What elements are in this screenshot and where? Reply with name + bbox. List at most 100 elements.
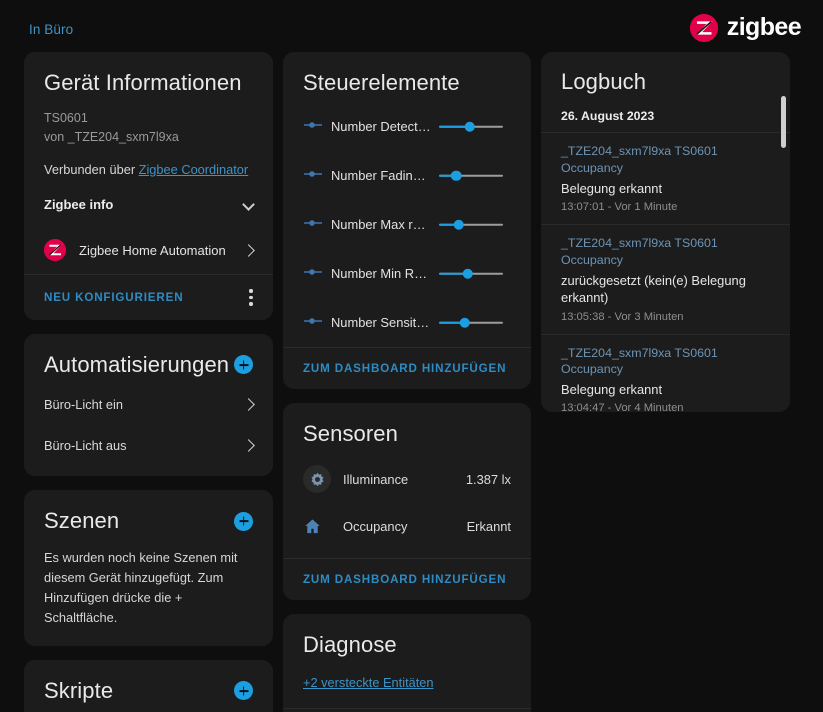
diagnostics-title: Diagnose <box>303 632 511 658</box>
logbook-date-header: 26. August 2023 <box>541 97 790 132</box>
device-detail-page: In Büro zigbee Gerät Informationen TS060… <box>0 0 823 712</box>
sensor-row-illuminance[interactable]: Illuminance 1.387 lx <box>283 456 531 503</box>
reconfigure-button[interactable]: Neu konfigurieren <box>44 291 183 304</box>
zigbee-info-expander[interactable]: Zigbee info <box>44 197 253 212</box>
sensor-name: Illuminance <box>343 472 466 487</box>
integration-label: Zigbee Home Automation <box>79 243 231 258</box>
tune-slider-icon <box>303 216 331 234</box>
logbook-time: 13:07:01 - Vor 1 Minute <box>561 201 770 213</box>
scenes-card: Szenen Es wurden noch keine Szenen mit d… <box>24 490 273 646</box>
device-manufacturer: von _TZE204_sxm7l9xa <box>44 128 253 146</box>
scenes-empty-text: Es wurden noch keine Szenen mit diesem G… <box>44 548 253 627</box>
control-label: Number Fading ti... <box>331 168 439 183</box>
add-to-dashboard-button[interactable]: Zum Dashboard hinzufügen <box>303 573 506 586</box>
sensor-value: 1.387 lx <box>466 472 511 487</box>
logbook-time: 13:04:47 - Vor 4 Minuten <box>561 402 770 412</box>
logbook-state: Belegung erkannt <box>561 381 770 398</box>
add-automation-button[interactable] <box>234 355 253 374</box>
control-slider[interactable] <box>439 316 503 330</box>
device-model: TS0601 <box>44 109 253 127</box>
left-column: Gerät Informationen TS0601 von _TZE204_s… <box>24 52 273 712</box>
control-slider[interactable] <box>439 120 503 134</box>
connected-via-row: Verbunden über Zigbee Coordinator <box>44 160 253 180</box>
connected-via-link[interactable]: Zigbee Coordinator <box>139 162 249 177</box>
logbook-entity: _TZE204_sxm7l9xa TS0601 Occupancy <box>561 235 770 268</box>
scripts-card: Skripte Es wurden noch keine Skripte mit… <box>24 660 273 712</box>
controls-list: Number Detection... Number Fadin <box>283 102 531 347</box>
integration-row[interactable]: Zigbee Home Automation <box>24 226 273 274</box>
tune-slider-icon <box>303 314 331 332</box>
tune-slider-icon <box>303 118 331 136</box>
chevron-right-icon <box>242 398 255 411</box>
list-item[interactable]: _TZE204_sxm7l9xa TS0601 Occupancy zurück… <box>541 224 790 333</box>
more-options-icon[interactable] <box>249 289 253 305</box>
control-label: Number Max range <box>331 217 439 232</box>
top-bar: In Büro zigbee <box>0 0 823 52</box>
list-item[interactable]: _TZE204_sxm7l9xa TS0601 Occupancy Belegu… <box>541 334 790 412</box>
logbook-scrollbar[interactable] <box>781 96 786 376</box>
controls-card: Steuerelemente Number Detection... <box>283 52 531 389</box>
brightness-icon <box>303 465 343 493</box>
hidden-entities-link[interactable]: +2 versteckte Entitäten <box>303 675 434 690</box>
tune-slider-icon <box>303 167 331 185</box>
sensor-name: Occupancy <box>343 519 467 534</box>
connected-via-prefix: Verbunden über <box>44 162 139 177</box>
add-to-dashboard-button[interactable]: Zum Dashboard hinzufügen <box>303 362 506 375</box>
tune-slider-icon <box>303 265 331 283</box>
chevron-right-icon <box>242 244 255 257</box>
controls-action-bar: Zum Dashboard hinzufügen <box>283 348 531 389</box>
control-label: Number Min Range <box>331 266 439 281</box>
automations-list: Büro-Licht ein Büro-Licht aus <box>24 384 273 466</box>
add-script-button[interactable] <box>234 681 253 700</box>
zigbee-badge-icon <box>44 239 66 261</box>
control-row-min-range: Number Min Range <box>283 249 531 298</box>
logbook-state: zurückgesetzt (kein(e) Belegung erkannt) <box>561 272 770 307</box>
list-item[interactable]: _TZE204_sxm7l9xa TS0601 Occupancy Belegu… <box>541 132 790 224</box>
automation-label: Büro-Licht ein <box>44 397 123 412</box>
logbook-state: Belegung erkannt <box>561 180 770 197</box>
sensors-card: Sensoren Illuminance 1.387 lx <box>283 403 531 599</box>
sensors-action-bar: Zum Dashboard hinzufügen <box>283 559 531 600</box>
automations-card: Automatisierungen Büro-Licht ein Büro-Li… <box>24 334 273 476</box>
control-row-sensitivity: Number Sensitivity <box>283 298 531 347</box>
right-column: Logbuch 26. August 2023 _TZE204_sxm7l9xa… <box>541 52 790 412</box>
logbook-title: Logbuch <box>561 69 770 95</box>
device-information-card: Gerät Informationen TS0601 von _TZE204_s… <box>24 52 273 320</box>
zigbee-info-label: Zigbee info <box>44 197 113 212</box>
reconfigure-action-bar: Neu konfigurieren <box>24 275 273 319</box>
automations-title: Automatisierungen <box>44 352 229 378</box>
add-scene-button[interactable] <box>234 512 253 531</box>
zigbee-brand: zigbee <box>690 13 801 42</box>
logbook-entity: _TZE204_sxm7l9xa TS0601 Occupancy <box>561 143 770 176</box>
control-slider[interactable] <box>439 218 503 232</box>
list-item[interactable]: Büro-Licht ein <box>24 384 273 425</box>
automation-label: Büro-Licht aus <box>44 438 127 453</box>
control-row-fading: Number Fading ti... <box>283 151 531 200</box>
control-slider[interactable] <box>439 267 503 281</box>
control-row-detection: Number Detection... <box>283 102 531 151</box>
logbook-time: 13:05:38 - Vor 3 Minuten <box>561 311 770 323</box>
brand-name: zigbee <box>727 13 801 42</box>
middle-column: Steuerelemente Number Detection... <box>283 52 531 712</box>
logbook-entity: _TZE204_sxm7l9xa TS0601 Occupancy <box>561 345 770 378</box>
control-row-max-range: Number Max range <box>283 200 531 249</box>
scrollbar-thumb[interactable] <box>781 96 786 148</box>
control-label: Number Detection... <box>331 119 439 134</box>
logbook-header: Logbuch <box>541 52 790 97</box>
control-slider[interactable] <box>439 169 503 183</box>
chevron-right-icon <box>242 439 255 452</box>
logbook-card: Logbuch 26. August 2023 _TZE204_sxm7l9xa… <box>541 52 790 412</box>
scenes-title: Szenen <box>44 508 119 534</box>
scripts-title: Skripte <box>44 678 113 704</box>
sensor-value: Erkannt <box>467 519 511 534</box>
list-item[interactable]: Büro-Licht aus <box>24 425 273 466</box>
page-title: Gerät Informationen <box>44 70 253 96</box>
controls-title: Steuerelemente <box>303 70 511 96</box>
breadcrumb[interactable]: In Büro <box>29 22 73 37</box>
diagnostics-card: Diagnose +2 versteckte Entitäten Zum Das… <box>283 614 531 712</box>
chevron-down-icon <box>242 199 255 212</box>
sensor-row-occupancy[interactable]: Occupancy Erkannt <box>283 503 531 550</box>
home-icon <box>303 517 343 536</box>
zigbee-logo-icon <box>690 14 718 42</box>
logbook-list[interactable]: _TZE204_sxm7l9xa TS0601 Occupancy Belegu… <box>541 132 790 412</box>
